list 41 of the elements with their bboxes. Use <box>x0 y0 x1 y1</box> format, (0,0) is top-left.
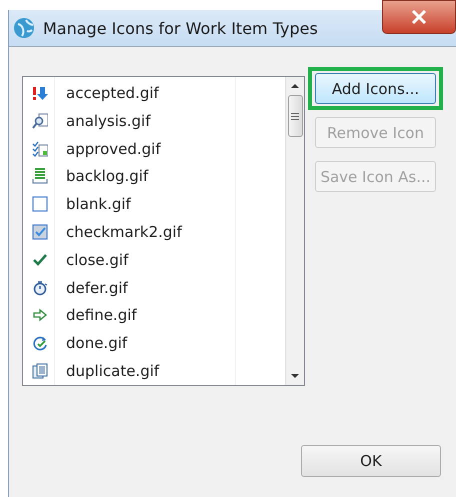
checklist-icon <box>32 140 48 157</box>
file-name: blank.gif <box>66 195 131 214</box>
exclamation-arrow-icon <box>32 84 48 101</box>
list-item[interactable]: defer.gif <box>23 274 235 302</box>
list-item[interactable]: accepted.gif <box>23 79 235 107</box>
window-title: Manage Icons for Work Item Types <box>43 18 318 38</box>
list-item[interactable]: backlog.gif <box>23 162 235 190</box>
file-name: defer.gif <box>66 278 128 297</box>
file-name: accepted.gif <box>66 84 159 102</box>
list-item[interactable]: checkmark2.gif <box>23 218 235 246</box>
list-item[interactable]: done.gif <box>23 329 235 358</box>
ok-button[interactable]: OK <box>301 445 441 477</box>
globe-icon <box>13 17 35 39</box>
checkbox-icon <box>32 224 48 240</box>
scrollbar[interactable] <box>285 77 304 385</box>
stack-icon <box>32 168 48 184</box>
list-item[interactable]: close.gif <box>23 246 235 274</box>
arrow-icon <box>32 307 48 324</box>
action-button[interactable]: Add Icons... <box>315 73 436 104</box>
blank-square-icon <box>32 196 48 212</box>
stopwatch-icon <box>32 280 48 296</box>
refresh-check-icon <box>32 335 48 352</box>
file-name: analysis.gif <box>66 112 150 130</box>
list-item[interactable]: duplicate.gif <box>23 357 235 385</box>
file-name: done.gif <box>66 334 128 352</box>
list-item[interactable]: analysis.gif <box>23 106 235 135</box>
list-item[interactable]: define.gif <box>23 302 235 330</box>
file-name: approved.gif <box>66 140 161 158</box>
close-icon <box>411 10 427 24</box>
magnifier-icon <box>32 112 48 129</box>
file-name: checkmark2.gif <box>66 222 182 241</box>
file-name: define.gif <box>66 306 137 324</box>
scroll-thumb[interactable] <box>288 95 302 137</box>
file-name: close.gif <box>66 250 128 269</box>
file-name: duplicate.gif <box>66 362 160 380</box>
list-item[interactable]: blank.gif <box>23 190 235 218</box>
list-item[interactable]: approved.gif <box>23 134 235 162</box>
checkmark-icon <box>32 252 48 268</box>
file-name: backlog.gif <box>66 167 148 186</box>
document-icon <box>32 363 48 380</box>
close-button[interactable] <box>382 0 456 34</box>
